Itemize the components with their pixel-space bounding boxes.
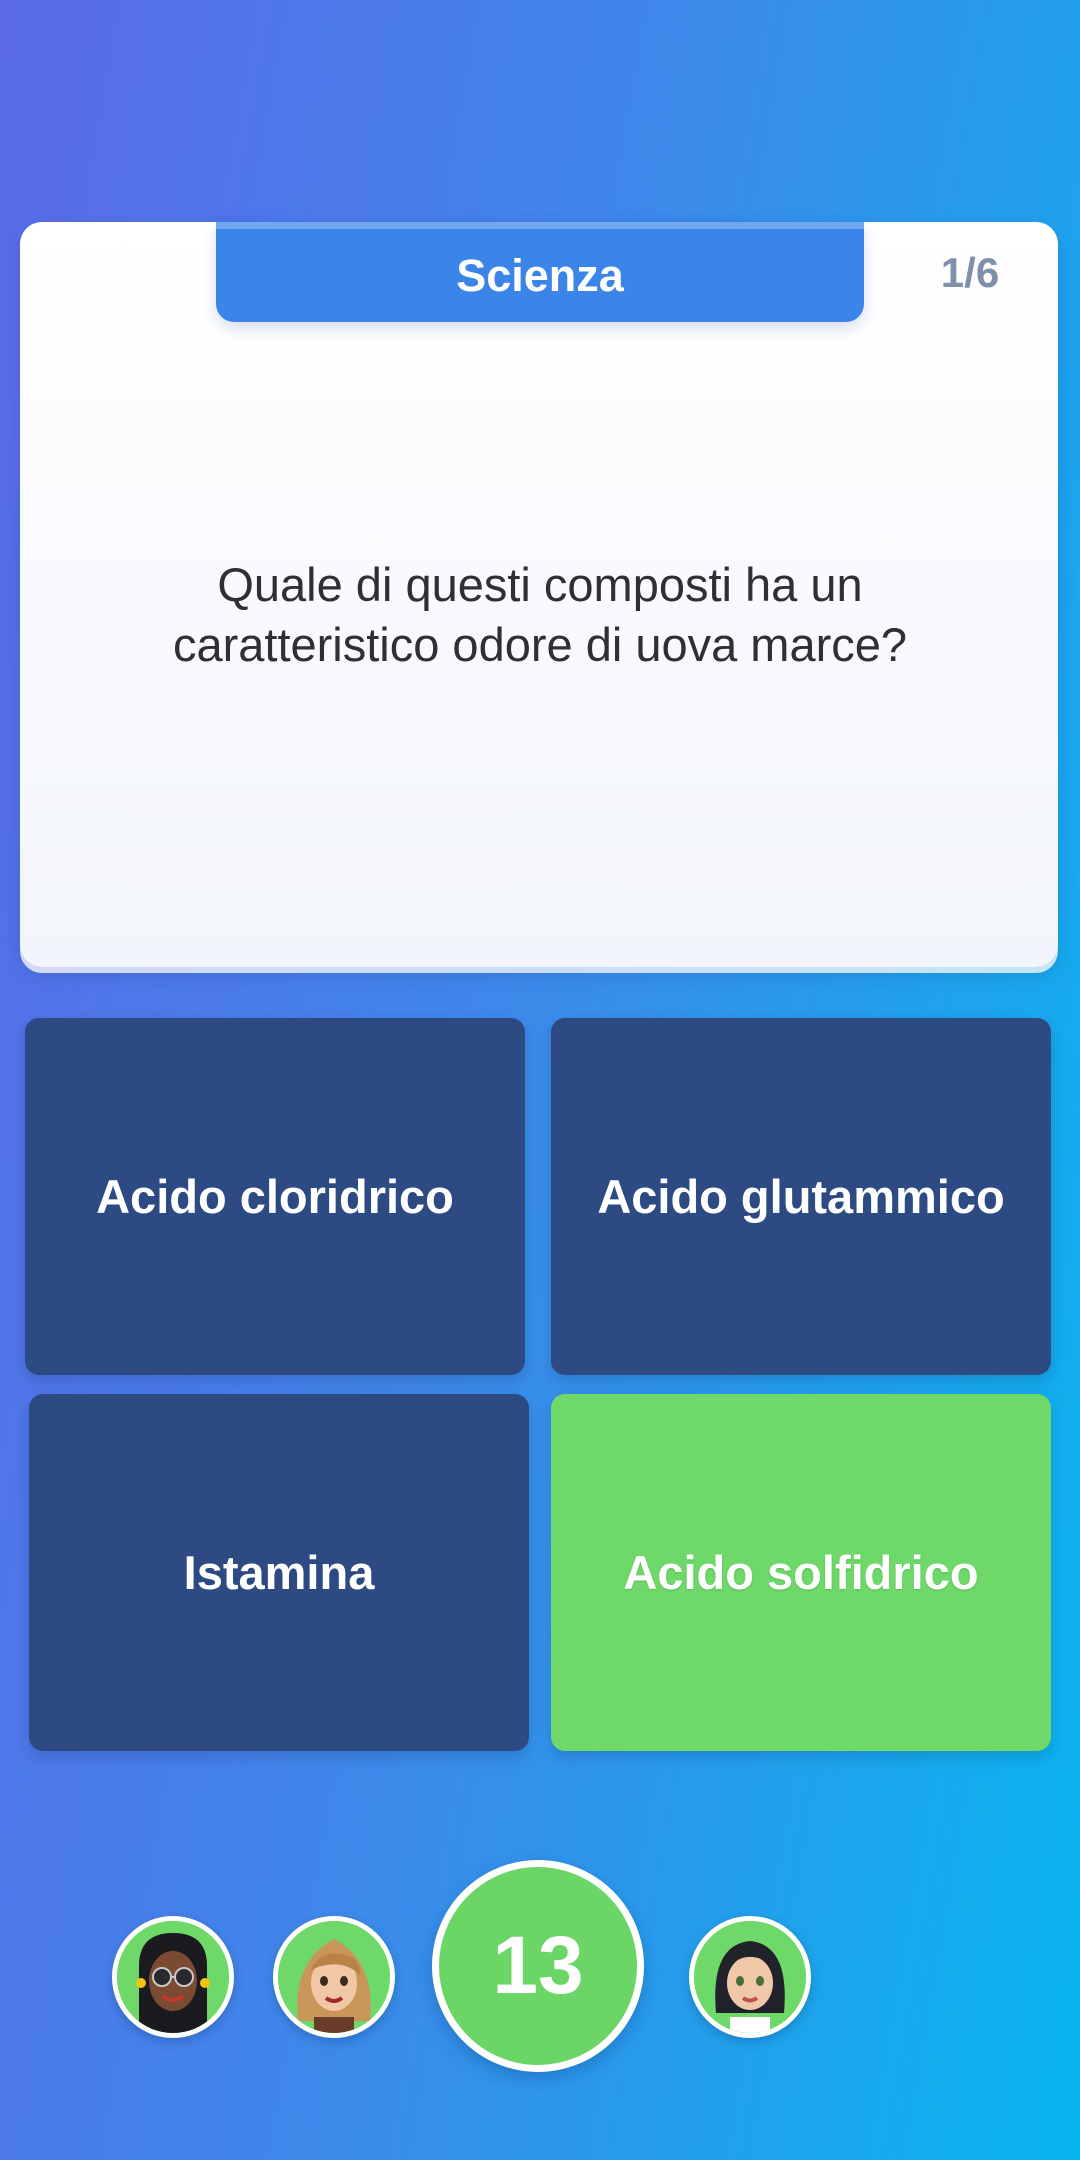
answer-button-2[interactable]: Acido glutammico — [551, 1018, 1051, 1375]
avatar-woman-blonde-icon — [278, 1921, 390, 2033]
answer-button-4-correct[interactable]: Acido solfidrico — [551, 1394, 1051, 1751]
question-text: Quale di questi composti ha un caratteri… — [172, 558, 908, 671]
player-avatar-1 — [112, 1916, 234, 2038]
avatar-woman-sunglasses-braids-icon — [117, 1921, 229, 2033]
player-avatar-2 — [273, 1916, 395, 2038]
avatar-woman-dark-hair-icon — [694, 1921, 806, 2033]
countdown-timer: 13 — [432, 1860, 644, 2072]
player-avatar-3 — [689, 1916, 811, 2038]
answer-button-3[interactable]: Istamina — [29, 1394, 529, 1751]
answer-label: Acido glutammico — [597, 1170, 1005, 1223]
answer-label: Acido solfidrico — [623, 1546, 979, 1599]
answer-button-1[interactable]: Acido cloridrico — [25, 1018, 525, 1375]
answer-label: Acido cloridrico — [96, 1170, 454, 1223]
category-label: Scienza — [216, 222, 864, 322]
question-progress: 1/6 — [940, 249, 1000, 296]
timer-value: 13 — [492, 1920, 584, 2011]
answer-label: Istamina — [183, 1546, 375, 1599]
